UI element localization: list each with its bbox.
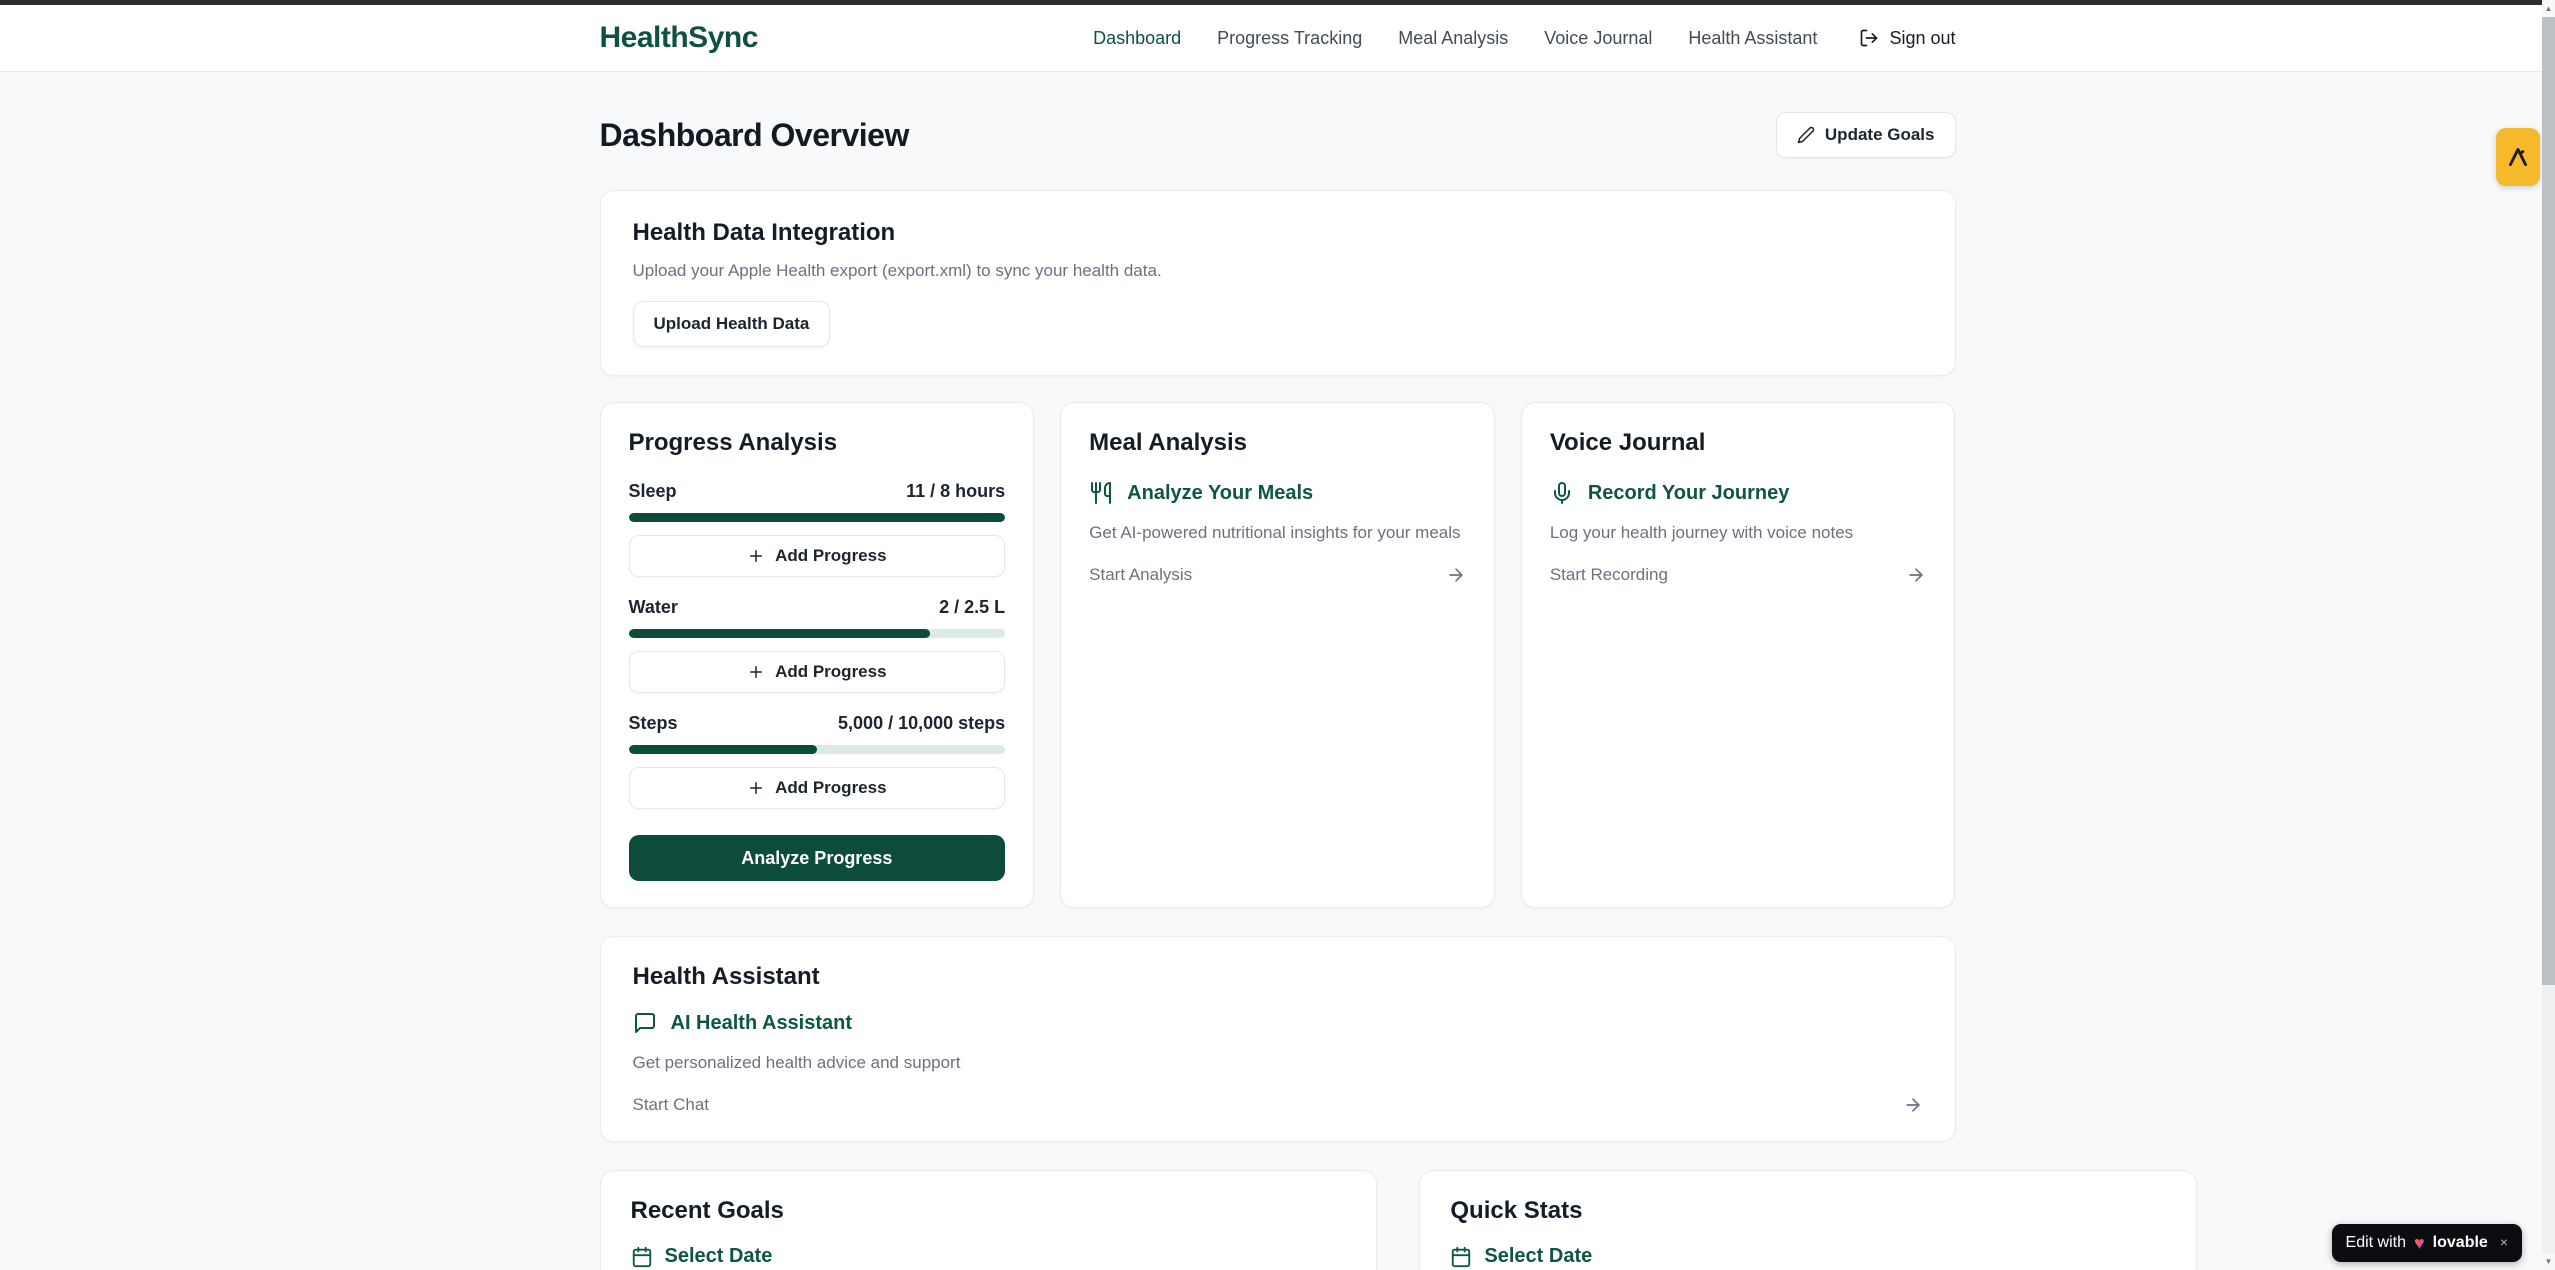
lovable-heart-icon: ♥: [2414, 1234, 2425, 1252]
edit-with-lovable-badge[interactable]: Edit with ♥ lovable ×: [2332, 1224, 2522, 1262]
metric-value: 2 / 2.5 L: [939, 597, 1005, 618]
scrollbar-thumb[interactable]: [2542, 17, 2555, 985]
meal-analysis-title: Meal Analysis: [1089, 429, 1466, 457]
lovable-brand-label: lovable: [2433, 1234, 2488, 1252]
health-assistant-card: Health Assistant AI Health Assistant Get…: [600, 936, 1956, 1142]
metric-sleep: Sleep 11 / 8 hours Add Progress: [629, 481, 1006, 577]
health-assistant-description: Get personalized health advice and suppo…: [633, 1053, 1923, 1073]
edit-with-label: Edit with: [2346, 1234, 2406, 1252]
chat-bubble-icon: [633, 1011, 657, 1035]
update-goals-button[interactable]: Update Goals: [1776, 112, 1956, 158]
start-chat-label: Start Chat: [633, 1095, 710, 1115]
plus-icon: [747, 547, 765, 565]
sleep-progress-bar: [629, 513, 1006, 522]
record-your-journey-label: Record Your Journey: [1588, 482, 1790, 505]
add-progress-label: Add Progress: [775, 546, 886, 566]
upload-health-data-button[interactable]: Upload Health Data: [633, 301, 831, 347]
quick-stats-select-date[interactable]: Select Date: [1450, 1245, 2166, 1268]
nav-voice-journal[interactable]: Voice Journal: [1544, 28, 1652, 49]
nav-dashboard[interactable]: Dashboard: [1093, 28, 1181, 49]
log-out-icon: [1859, 28, 1879, 48]
voice-journal-title: Voice Journal: [1550, 429, 1927, 457]
ai-health-assistant-label: AI Health Assistant: [671, 1012, 853, 1035]
sign-out-label: Sign out: [1889, 28, 1955, 49]
floating-extension-badge[interactable]: [2496, 128, 2540, 186]
arrow-right-icon: [1903, 1095, 1923, 1115]
metric-label: Water: [629, 597, 678, 618]
start-chat-action[interactable]: Start Chat: [633, 1095, 1923, 1115]
start-recording-label: Start Recording: [1550, 565, 1668, 585]
recent-goals-card: Recent Goals Select Date Today Yesterday…: [600, 1170, 1378, 1270]
calendar-icon: [631, 1246, 653, 1268]
plus-icon: [747, 663, 765, 681]
nav-progress-tracking[interactable]: Progress Tracking: [1217, 28, 1362, 49]
voice-journal-card: Voice Journal Record Your Journey Log yo…: [1521, 402, 1956, 908]
nav-meal-analysis[interactable]: Meal Analysis: [1398, 28, 1508, 49]
metric-steps: Steps 5,000 / 10,000 steps Add Progress: [629, 713, 1006, 809]
meal-analysis-card: Meal Analysis Analyze Your Meals Get AI-…: [1060, 402, 1495, 908]
plus-icon: [747, 779, 765, 797]
add-progress-water-button[interactable]: Add Progress: [629, 651, 1006, 693]
add-progress-label: Add Progress: [775, 778, 886, 798]
steps-progress-bar: [629, 745, 1006, 754]
start-recording-action[interactable]: Start Recording: [1550, 565, 1927, 585]
metric-label: Steps: [629, 713, 678, 734]
update-goals-label: Update Goals: [1825, 125, 1935, 145]
vertical-scrollbar[interactable]: ▲ ▼: [2542, 0, 2555, 1270]
quick-stats-title: Quick Stats: [1450, 1197, 2166, 1225]
voice-journal-description: Log your health journey with voice notes: [1550, 523, 1927, 543]
quick-stats-card: Quick Stats Select Date Today Yesterday …: [1419, 1170, 2197, 1270]
main-nav: Dashboard Progress Tracking Meal Analysi…: [1093, 28, 1955, 49]
sign-out-button[interactable]: Sign out: [1859, 28, 1955, 49]
progress-analysis-title: Progress Analysis: [629, 429, 1006, 457]
record-your-journey-link[interactable]: Record Your Journey: [1550, 481, 1927, 505]
page-title: Dashboard Overview: [600, 117, 909, 154]
amber-a-logo-icon: [2505, 144, 2531, 170]
metric-water: Water 2 / 2.5 L Add Progress: [629, 597, 1006, 693]
select-date-label: Select Date: [665, 1245, 773, 1268]
integration-title: Health Data Integration: [633, 219, 1923, 247]
microphone-icon: [1550, 481, 1574, 505]
utensils-icon: [1089, 481, 1113, 505]
add-progress-label: Add Progress: [775, 662, 886, 682]
calendar-icon: [1450, 1246, 1472, 1268]
metric-label: Sleep: [629, 481, 677, 502]
scroll-up-arrow[interactable]: ▲: [2542, 0, 2555, 17]
progress-analysis-card: Progress Analysis Sleep 11 / 8 hours Add…: [600, 402, 1035, 908]
ai-health-assistant-link[interactable]: AI Health Assistant: [633, 1011, 1923, 1035]
arrow-right-icon: [1446, 565, 1466, 585]
pencil-icon: [1797, 126, 1815, 144]
analyze-progress-button[interactable]: Analyze Progress: [629, 835, 1006, 881]
water-progress-bar: [629, 629, 1006, 638]
add-progress-sleep-button[interactable]: Add Progress: [629, 535, 1006, 577]
add-progress-steps-button[interactable]: Add Progress: [629, 767, 1006, 809]
select-date-label: Select Date: [1484, 1245, 1592, 1268]
health-data-integration-card: Health Data Integration Upload your Appl…: [600, 190, 1956, 376]
recent-goals-select-date[interactable]: Select Date: [631, 1245, 1347, 1268]
app-header: HealthSync Dashboard Progress Tracking M…: [0, 5, 2555, 72]
metric-value: 11 / 8 hours: [906, 481, 1005, 502]
arrow-right-icon: [1906, 565, 1926, 585]
scroll-down-arrow[interactable]: ▼: [2542, 1253, 2555, 1270]
recent-goals-title: Recent Goals: [631, 1197, 1347, 1225]
integration-description: Upload your Apple Health export (export.…: [633, 261, 1923, 281]
app-logo: HealthSync: [600, 21, 758, 55]
analyze-your-meals-label: Analyze Your Meals: [1127, 482, 1313, 505]
start-analysis-action[interactable]: Start Analysis: [1089, 565, 1466, 585]
close-icon[interactable]: ×: [2500, 1234, 2508, 1250]
meal-analysis-description: Get AI-powered nutritional insights for …: [1089, 523, 1466, 543]
analyze-your-meals-link[interactable]: Analyze Your Meals: [1089, 481, 1466, 505]
nav-health-assistant[interactable]: Health Assistant: [1688, 28, 1817, 49]
metric-value: 5,000 / 10,000 steps: [838, 713, 1005, 734]
health-assistant-title: Health Assistant: [633, 963, 1923, 991]
start-analysis-label: Start Analysis: [1089, 565, 1192, 585]
